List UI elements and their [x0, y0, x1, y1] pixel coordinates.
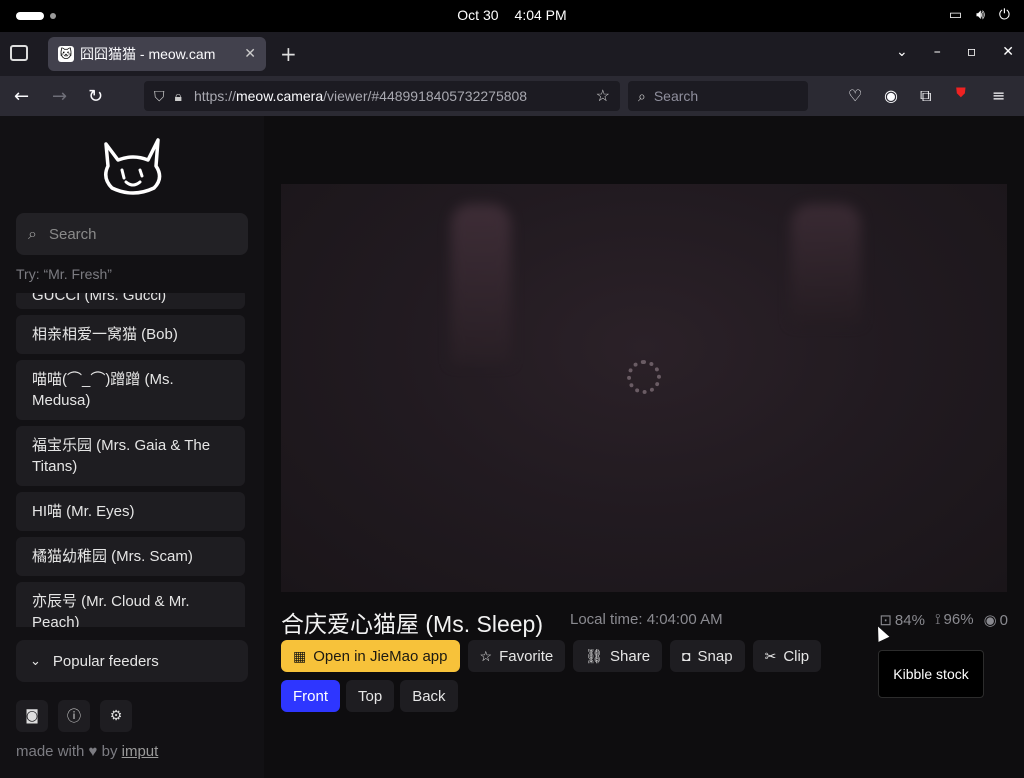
menu-icon[interactable]: ≡	[992, 86, 1005, 105]
video-blur	[791, 204, 861, 324]
cat-favicon-icon: 🐱︎	[58, 46, 74, 62]
feeder-item[interactable]: 喵喵(⌒_⌒)蹭蹭 (Ms. Medusa)	[16, 360, 245, 420]
popular-feeders-toggle[interactable]: ⌄ Popular feeders	[16, 640, 248, 682]
feeder-item[interactable]: 福宝乐园 (Mrs. Gaia & The Titans)	[16, 426, 245, 486]
maximize-icon[interactable]: ▫	[967, 44, 977, 60]
search-icon: ⌕	[638, 87, 646, 104]
extensions-icon[interactable]: ⧉	[920, 86, 931, 106]
sidebar: ⌕ Try: “Mr. Fresh” GUCCI (Mrs. Gucci) 相亲…	[0, 116, 264, 778]
discord-icon[interactable]: ◙	[16, 700, 48, 732]
minimize-icon[interactable]: –	[934, 44, 941, 60]
url-bar[interactable]: ⛉ 🔒︎ https://meow.camera/viewer/#4489918…	[144, 81, 620, 111]
info-icon[interactable]: ⓘ	[58, 700, 90, 732]
video-blur	[451, 204, 511, 364]
tab-title: 囧囧猫猫 - meow.cam	[80, 46, 216, 62]
made-with-credit: made with ♥ by imput	[16, 743, 159, 760]
kibble-stat[interactable]: ⊡ 84%	[879, 611, 925, 629]
lock-icon[interactable]: 🔒︎	[175, 88, 182, 105]
view-front-button[interactable]: Front	[281, 680, 341, 712]
new-tab-icon[interactable]: +	[280, 42, 297, 66]
account-icon[interactable]: ◉	[884, 86, 898, 105]
back-icon[interactable]: ←	[14, 86, 29, 107]
scissors-icon: ✂	[764, 647, 777, 664]
shield-icon[interactable]: ⛉	[154, 88, 165, 105]
heart-icon: ♥	[88, 743, 98, 760]
qr-icon: ▦	[293, 647, 307, 664]
close-window-icon[interactable]: ✕	[1002, 44, 1014, 60]
feeder-list[interactable]: GUCCI (Mrs. Gucci) 相亲相爱一窝猫 (Bob) 喵喵(⌒_⌒)…	[16, 293, 248, 627]
clip-button[interactable]: ✂ Clip	[752, 640, 822, 672]
favorite-button[interactable]: ☆ Favorite	[467, 640, 566, 672]
snap-button[interactable]: ◘ Snap	[670, 640, 745, 672]
feeder-search-box[interactable]: ⌕	[16, 213, 248, 255]
browser-search-placeholder: Search	[653, 88, 699, 104]
system-bar: Oct 30 4:04 PM ▭ 🔊︎ ⏻	[0, 0, 1024, 32]
ublock-icon[interactable]: ⛊	[956, 86, 966, 101]
tab-bar: 🐱︎ 囧囧猫猫 - meow.cam ✕ + ⌄ – ▫ ✕	[0, 32, 1024, 76]
camera-video[interactable]	[281, 184, 1007, 592]
viewers-stat[interactable]: ◉ 0	[984, 611, 1008, 629]
popular-feeders-label: Popular feeders	[52, 652, 159, 670]
cat-logo-icon[interactable]	[100, 136, 166, 196]
view-back-button[interactable]: Back	[400, 680, 458, 712]
feeder-title: 合庆爱心猫屋 (Ms. Sleep)	[281, 611, 543, 637]
power-icon[interactable]: ⏻	[999, 7, 1010, 23]
author-link[interactable]: imput	[122, 743, 159, 760]
share-button[interactable]: ⛓ Share	[573, 640, 663, 672]
battery-stat[interactable]: ⟟ 96%	[935, 611, 974, 629]
feeder-stats: ⊡ 84% ⟟ 96% ◉ 0	[879, 611, 1008, 629]
tab-overview-icon[interactable]	[10, 45, 28, 61]
search-icon: ⌕	[28, 224, 37, 243]
close-tab-icon[interactable]: ✕	[244, 45, 256, 62]
tab-meow-camera[interactable]: 🐱︎ 囧囧猫猫 - meow.cam ✕	[48, 37, 266, 71]
feeder-item[interactable]: 亦辰号 (Mr. Cloud & Mr. Peach)	[16, 582, 245, 627]
action-bar: ▦ Open in JieMao app ☆ Favorite ⛓ Share ◘ Sn…	[281, 640, 822, 672]
reload-icon[interactable]: ↻	[88, 86, 103, 107]
pocket-icon[interactable]: ♡	[848, 86, 862, 105]
kibble-tooltip: Kibble stock	[878, 650, 984, 698]
url-text[interactable]: https://meow.camera/viewer/#448991840573…	[194, 88, 574, 104]
eye-icon: ◉	[983, 612, 997, 629]
link-icon: ⛓	[585, 647, 604, 664]
display-icon[interactable]: ▭	[949, 7, 962, 23]
feeder-item[interactable]: 相亲相爱一窝猫 (Bob)	[16, 315, 245, 354]
time-label: 4:04 PM	[514, 7, 567, 23]
tab-list-icon[interactable]: ⌄	[896, 44, 908, 60]
loading-spinner-icon	[627, 360, 661, 394]
view-top-button[interactable]: Top	[346, 680, 395, 712]
feeder-item[interactable]: GUCCI (Mrs. Gucci)	[16, 293, 245, 309]
settings-gear-icon[interactable]: ⚙	[100, 700, 132, 732]
camera-icon: ◘	[682, 648, 691, 664]
volume-icon[interactable]: 🔊︎	[976, 7, 985, 23]
feeder-item[interactable]: 橘猫幼稚园 (Mrs. Scam)	[16, 537, 245, 576]
local-time: Local time: 4:04:00 AM	[570, 611, 723, 628]
chevron-down-icon: ⌄	[30, 653, 41, 668]
open-in-app-button[interactable]: ▦ Open in JieMao app	[281, 640, 460, 672]
feeder-search-input[interactable]	[48, 225, 219, 243]
camera-view-selector: Front Top Back	[281, 680, 458, 712]
signal-icon: ⟟	[934, 611, 941, 628]
star-icon: ☆	[479, 647, 493, 664]
bookmark-star-icon[interactable]: ☆	[596, 86, 610, 106]
date-label: Oct 30	[457, 7, 499, 23]
forward-icon[interactable]: →	[52, 86, 67, 107]
viewer-main: 合庆爱心猫屋 (Ms. Sleep) Local time: 4:04:00 A…	[264, 116, 1024, 778]
clock[interactable]: Oct 30 4:04 PM	[0, 7, 1024, 23]
nav-bar: ← → ↻ ⛉ 🔒︎ https://meow.camera/viewer/#4…	[0, 76, 1024, 116]
feeder-item[interactable]: HI喵 (Mr. Eyes)	[16, 492, 245, 531]
search-hint: Try: “Mr. Fresh”	[16, 266, 112, 282]
browser-search-box[interactable]: ⌕ Search	[628, 81, 808, 111]
